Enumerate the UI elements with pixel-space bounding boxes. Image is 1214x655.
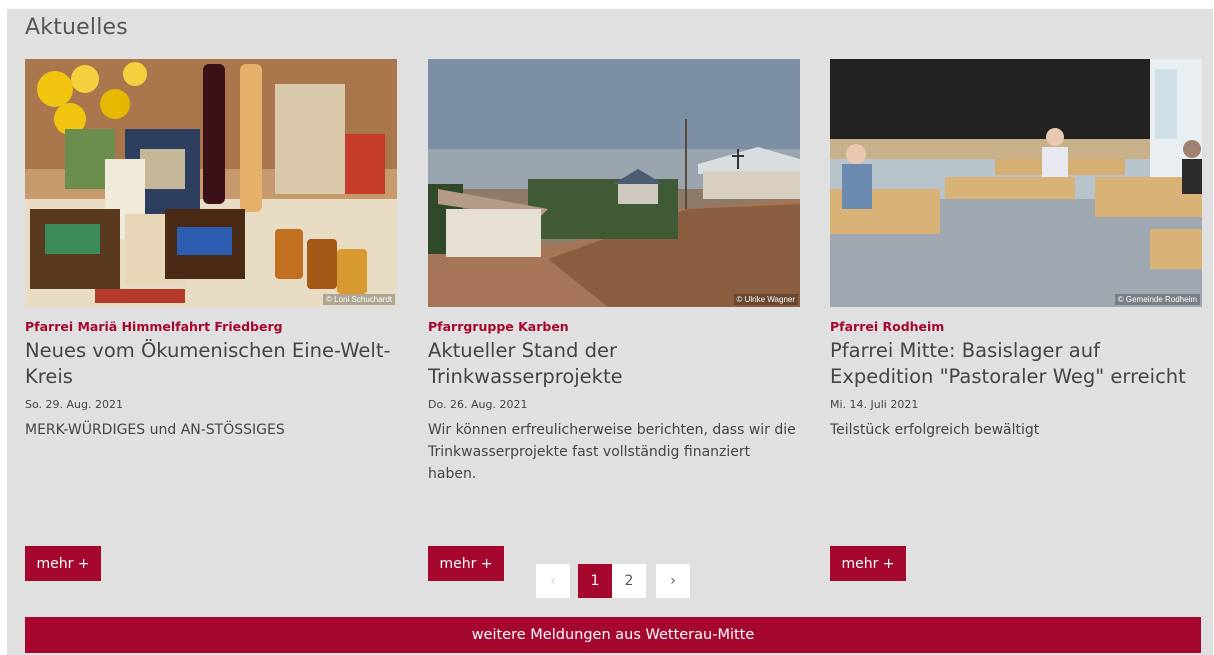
- card-date: Do. 26. Aug. 2021: [428, 398, 528, 411]
- card-date: Mi. 14. Juli 2021: [830, 398, 919, 411]
- meeting-room-photo: [830, 59, 1202, 307]
- card-headline[interactable]: Aktueller Stand der Trinkwasserprojekte: [428, 338, 800, 390]
- card-category[interactable]: Pfarrgruppe Karben: [428, 319, 800, 334]
- news-image-fairtrade-products[interactable]: © Loni Schuchardt: [25, 59, 397, 307]
- pagination-prev-button[interactable]: ‹: [536, 564, 570, 598]
- village-photo: [428, 59, 800, 307]
- more-button[interactable]: mehr +: [25, 546, 101, 581]
- image-credit: © Ulrike Wagner: [733, 294, 798, 305]
- pagination-page-1[interactable]: 1: [578, 564, 612, 598]
- news-image-meeting-room[interactable]: © Gemeinde Rodheim: [830, 59, 1202, 307]
- pagination-page-2[interactable]: 2: [612, 564, 646, 598]
- news-card: © Gemeinde Rodheim Pfarrei Rodheim Pfarr…: [830, 59, 1202, 581]
- pagination: ‹ 1 2 ›: [536, 564, 694, 598]
- card-category[interactable]: Pfarrei Rodheim: [830, 319, 1202, 334]
- card-teaser: Teilstück erfolgreich bewältigt: [830, 422, 1040, 438]
- card-teaser: MERK-WÜRDIGES und AN-STÖSSIGES: [25, 422, 285, 438]
- news-image-village[interactable]: © Ulrike Wagner: [428, 59, 800, 307]
- card-date: So. 29. Aug. 2021: [25, 398, 123, 411]
- pagination-next-button[interactable]: ›: [656, 564, 690, 598]
- news-panel: Aktuelles © Loni Schuchardt Pfarrei Mari…: [7, 9, 1213, 655]
- more-news-button[interactable]: weitere Meldungen aus Wetterau-Mitte: [25, 617, 1201, 653]
- image-credit: © Loni Schuchardt: [323, 294, 395, 305]
- card-category[interactable]: Pfarrei Mariä Himmelfahrt Friedberg: [25, 319, 397, 334]
- card-teaser: Wir können erfreulicherweise berichten, …: [428, 422, 796, 482]
- card-headline[interactable]: Neues vom Ökumenischen Eine-Welt-Kreis: [25, 338, 397, 390]
- more-button[interactable]: mehr +: [830, 546, 906, 581]
- card-headline[interactable]: Pfarrei Mitte: Basislager auf Expedition…: [830, 338, 1202, 390]
- image-credit: © Gemeinde Rodheim: [1114, 294, 1200, 305]
- news-card: © Ulrike Wagner Pfarrgruppe Karben Aktue…: [428, 59, 800, 581]
- news-card: © Loni Schuchardt Pfarrei Mariä Himmelfa…: [25, 59, 397, 581]
- more-button[interactable]: mehr +: [428, 546, 504, 581]
- section-title: Aktuelles: [25, 15, 128, 40]
- fairtrade-products-photo: [25, 59, 397, 307]
